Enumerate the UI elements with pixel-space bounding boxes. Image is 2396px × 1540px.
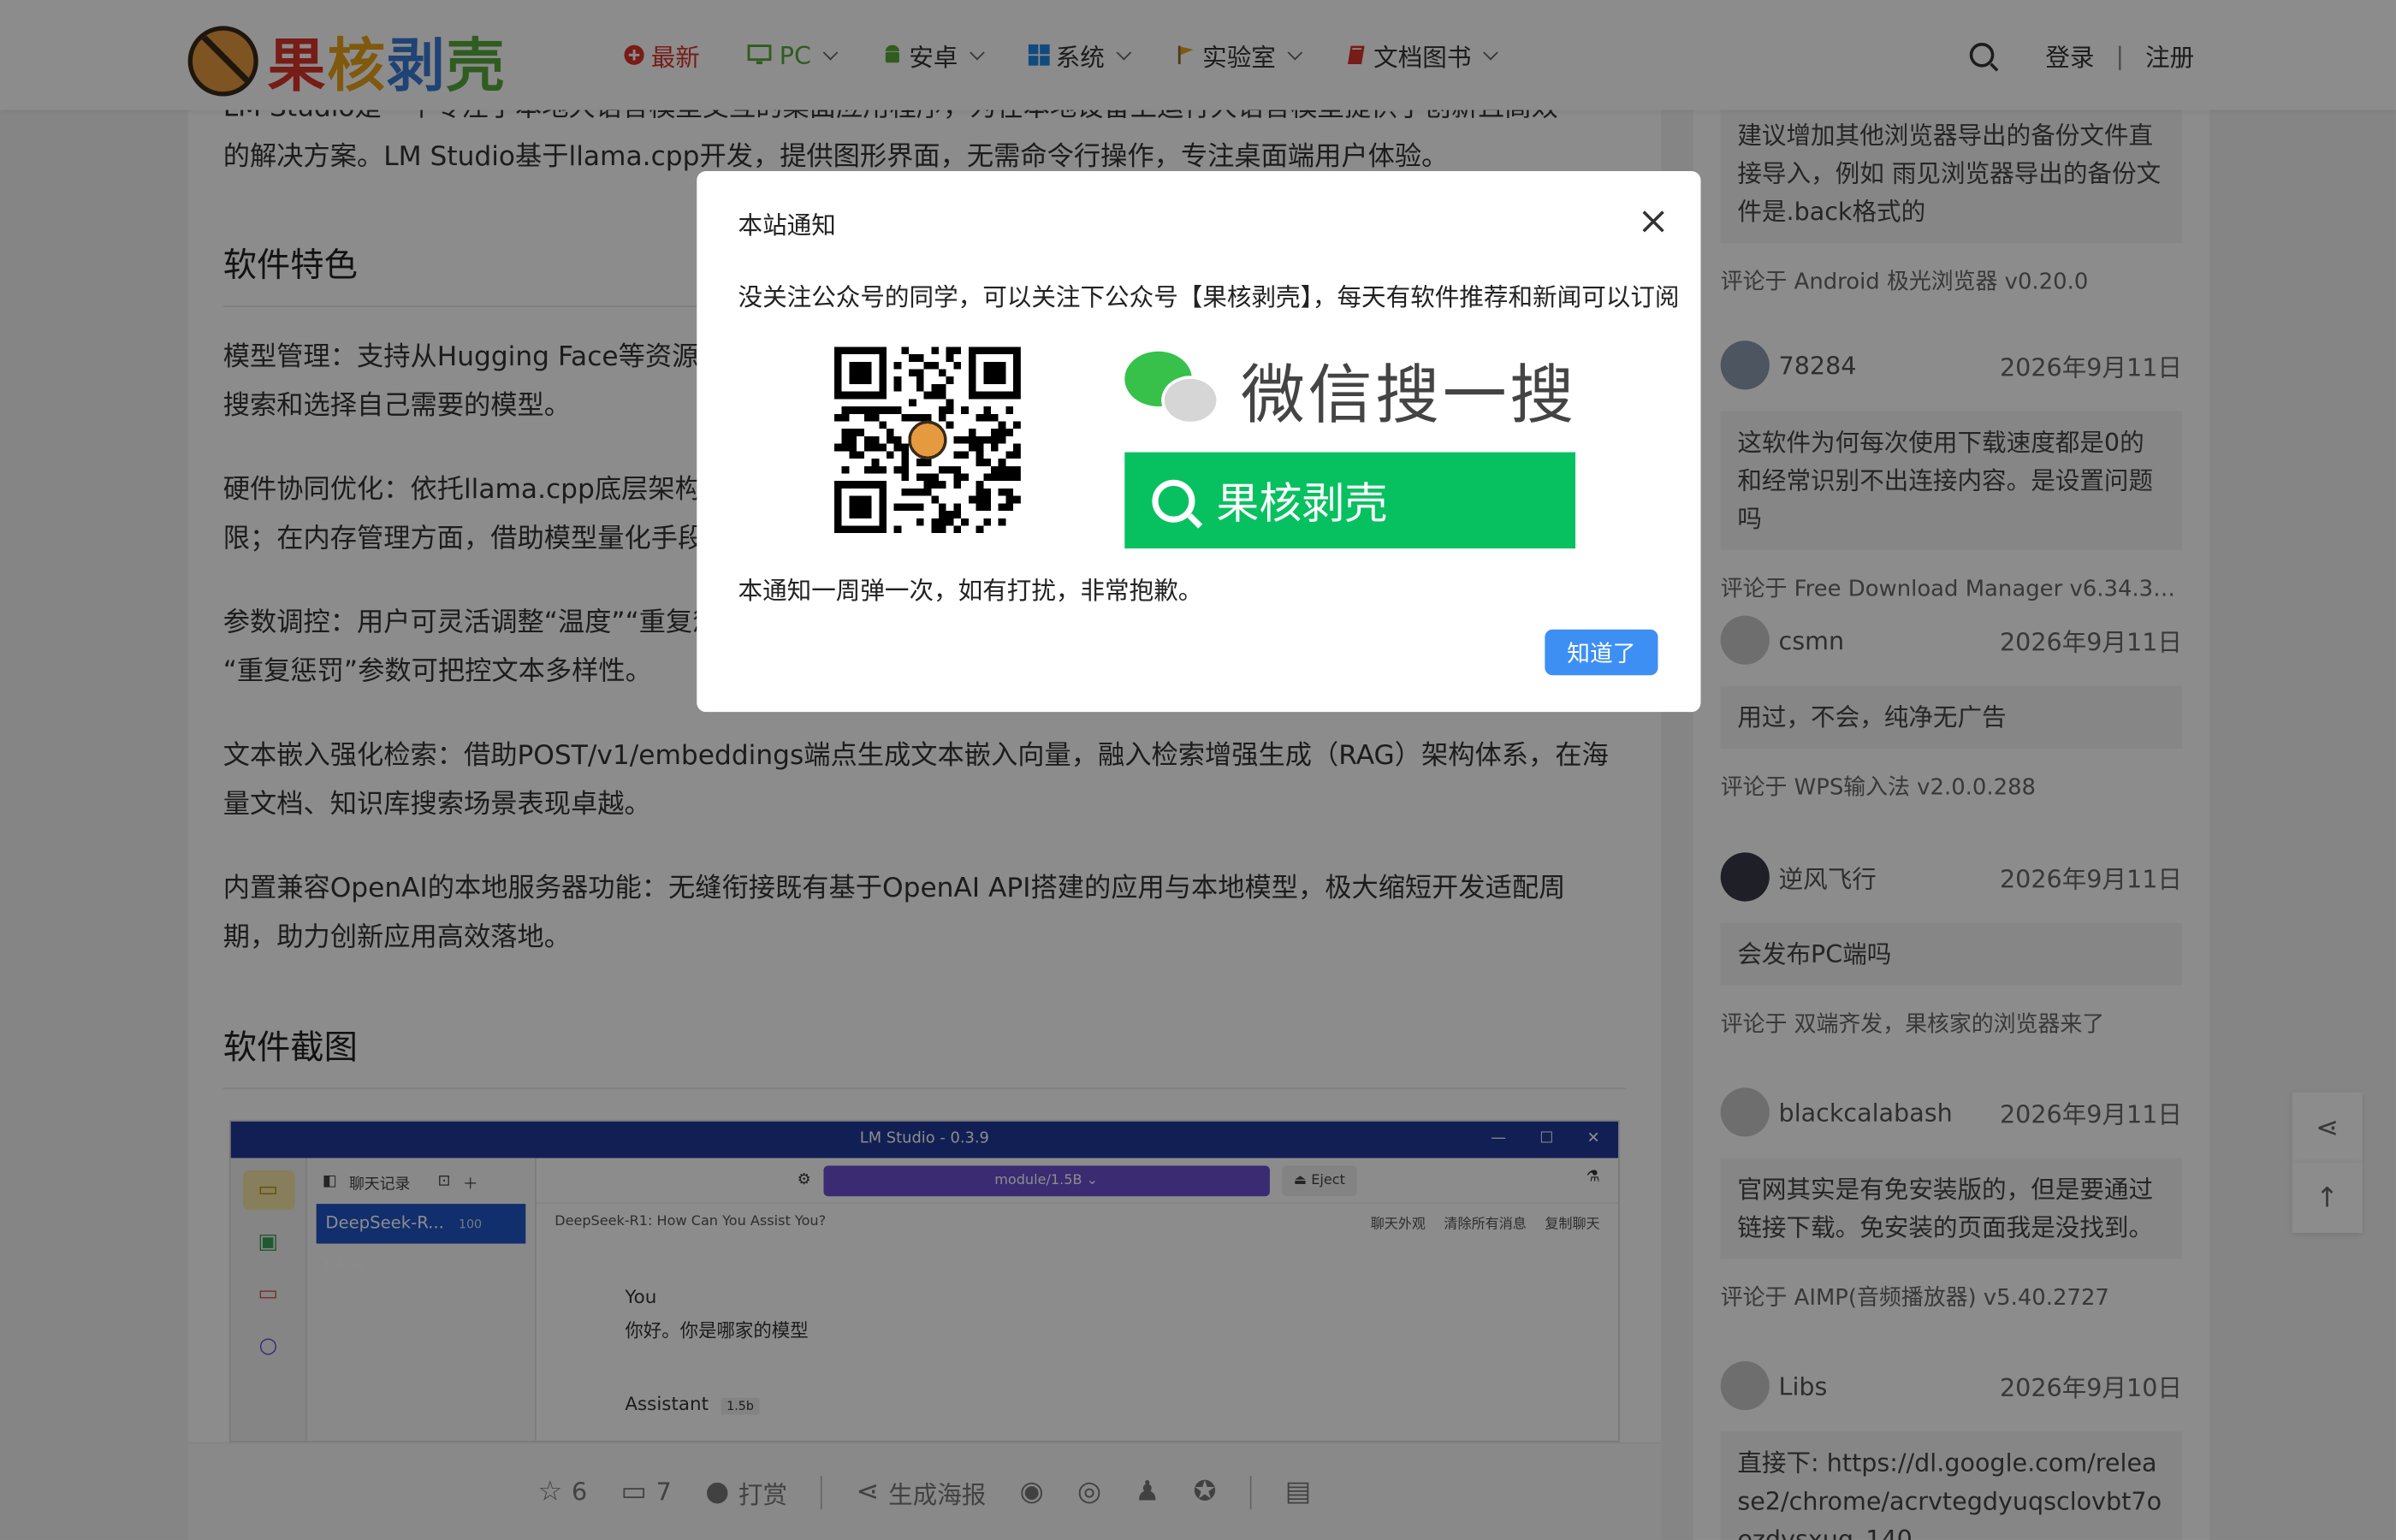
wechat-search-label: 微信搜一搜 — [1240, 357, 1577, 433]
modal-title: 本站通知 — [738, 210, 836, 240]
acknowledge-button[interactable]: 知道了 — [1545, 629, 1658, 676]
search-box-text: 果核剥壳 — [1216, 477, 1388, 528]
wechat-logo-icon — [1124, 350, 1222, 430]
page: 果 核 剥 壳 最新 PC 安卓 系统 实验室 文档图书 登录 | 注册 的解决… — [0, 0, 2396, 1540]
close-icon[interactable] — [1636, 204, 1669, 238]
qr-code — [833, 346, 1021, 534]
modal-note: 本通知一周弹一次，如有打扰，非常抱歉。 — [738, 576, 1203, 606]
site-notice-modal: 本站通知 没关注公众号的同学，可以关注下公众号【果核剥壳】，每天有软件推荐和新闻… — [697, 170, 1701, 713]
wechat-search-banner: 微信搜一搜 — [1124, 344, 1577, 437]
modal-message: 没关注公众号的同学，可以关注下公众号【果核剥壳】，每天有软件推荐和新闻可以订阅 — [738, 282, 1680, 312]
wechat-bubble — [1161, 375, 1219, 424]
wechat-search-box: 果核剥壳 — [1124, 452, 1576, 549]
search-icon — [1152, 478, 1195, 522]
